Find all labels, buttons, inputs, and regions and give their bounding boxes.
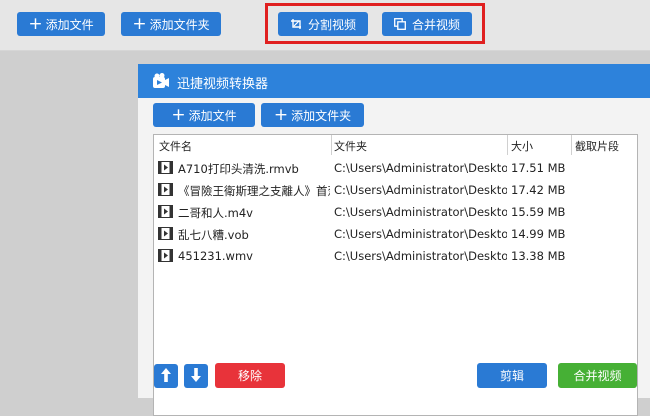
file-size: 13.38 MB [511, 249, 566, 263]
file-name: 《冒險王衛斯理之支離人》首葱 [178, 184, 330, 198]
file-size: 17.42 MB [511, 183, 566, 197]
edit-button[interactable]: 剪辑 [477, 363, 547, 388]
file-name: 乱七八糟.vob [178, 228, 249, 242]
window-add-file-button[interactable]: + 添加文件 [153, 103, 255, 127]
file-size: 14.99 MB [511, 227, 566, 241]
file-row[interactable]: 乱七八糟.vob C:\Users\Administrator\Desktop … [154, 223, 637, 245]
file-folder: C:\Users\Administrator\Desktop [334, 227, 507, 241]
add-file-button[interactable]: + 添加文件 [17, 12, 105, 36]
column-header-clip[interactable]: 截取片段 [575, 138, 619, 154]
file-row[interactable]: 《冒險王衛斯理之支離人》首葱 C:\Users\Administrator\De… [154, 179, 637, 201]
highlight-box [265, 3, 485, 44]
merge-label: 合并视频 [573, 369, 622, 383]
file-size: 15.59 MB [511, 205, 566, 219]
file-list-header: 文件名 文件夹 大小 截取片段 [154, 135, 637, 155]
move-down-button[interactable] [184, 364, 208, 388]
video-file-icon [158, 249, 173, 262]
app-logo-icon [152, 72, 170, 90]
window-title: 迅捷视频转换器 [177, 77, 269, 92]
file-name: A710打印头清洗.rmvb [178, 162, 299, 176]
column-header-size[interactable]: 大小 [511, 138, 533, 154]
file-folder: C:\Users\Administrator\Desktop [334, 249, 507, 263]
file-folder: C:\Users\Administrator\Desktop [334, 183, 507, 197]
merge-video-button[interactable]: 合并视频 [558, 363, 637, 388]
add-folder-label: 添加文件夹 [149, 17, 210, 32]
column-divider [331, 135, 332, 155]
move-up-button[interactable] [154, 364, 178, 388]
file-name: 二哥和人.m4v [178, 206, 253, 220]
file-row[interactable]: 二哥和人.m4v C:\Users\Administrator\Desktop … [154, 201, 637, 223]
file-row[interactable]: A710打印头清洗.rmvb C:\Users\Administrator\De… [154, 157, 637, 179]
video-file-icon [158, 227, 173, 240]
window-add-file-label: 添加文件 [188, 108, 237, 123]
column-header-folder[interactable]: 文件夹 [334, 138, 367, 154]
file-row[interactable]: 451231.wmv C:\Users\Administrator\Deskto… [154, 245, 637, 267]
window-titlebar: 迅捷视频转换器 [138, 64, 650, 98]
file-folder: C:\Users\Administrator\Desktop [334, 205, 507, 219]
arrow-up-icon [159, 367, 173, 386]
column-divider [507, 135, 508, 155]
arrow-down-icon [189, 367, 203, 386]
file-size: 17.51 MB [511, 161, 566, 175]
converter-window: 迅捷视频转换器 + 添加文件 + 添加文件夹 文件名 文件夹 大小 截取片段 A… [138, 64, 650, 416]
file-folder: C:\Users\Administrator\Desktop [334, 161, 507, 175]
video-file-icon [158, 205, 173, 218]
plus-icon: + [273, 104, 289, 125]
plus-icon: + [28, 13, 43, 34]
video-file-icon [158, 161, 173, 174]
add-folder-button[interactable]: + 添加文件夹 [121, 12, 221, 36]
plus-icon: + [171, 104, 186, 125]
plus-icon: + [132, 13, 147, 34]
add-file-label: 添加文件 [45, 17, 94, 32]
window-add-folder-label: 添加文件夹 [291, 108, 352, 123]
column-header-name[interactable]: 文件名 [159, 138, 192, 154]
remove-label: 移除 [237, 369, 262, 383]
column-divider [571, 135, 572, 155]
window-add-folder-button[interactable]: + 添加文件夹 [261, 103, 364, 127]
edit-label: 剪辑 [499, 369, 524, 383]
remove-button[interactable]: 移除 [215, 363, 285, 388]
file-name: 451231.wmv [178, 249, 253, 263]
video-file-icon [158, 183, 173, 196]
